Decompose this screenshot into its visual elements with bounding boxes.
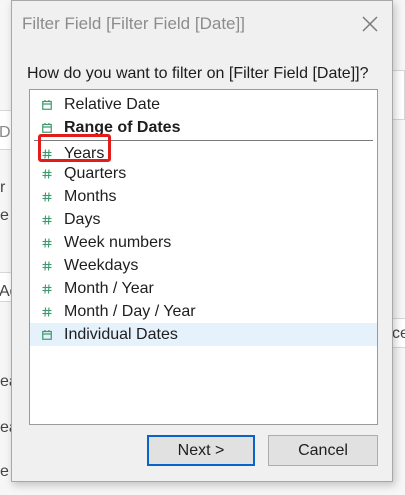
list-item-label: Month / Year (64, 279, 154, 297)
hash-icon (42, 191, 52, 202)
list-item-label: Years (64, 144, 105, 162)
next-button[interactable]: Next > (147, 435, 255, 466)
list-item-label: Days (64, 210, 101, 228)
hash-icon (42, 237, 52, 248)
list-item-months[interactable]: Months (30, 185, 377, 208)
hash-icon (42, 148, 52, 159)
list-item-relative-date[interactable]: Relative Date (30, 93, 377, 116)
background-text-ce: ce (392, 325, 405, 342)
hash-icon (42, 283, 52, 294)
cancel-button[interactable]: Cancel (268, 435, 378, 466)
list-item-label: Relative Date (64, 95, 161, 113)
background-text-e-2: e (0, 463, 9, 480)
list-item-label: Range of Dates (64, 118, 181, 136)
background-text-e: e (0, 207, 9, 224)
calendar-icon (42, 99, 52, 110)
list-item-week-numbers[interactable]: Week numbers (30, 231, 377, 254)
close-icon (362, 16, 378, 32)
close-button[interactable] (356, 10, 384, 38)
list-item-quarters[interactable]: Quarters (30, 162, 377, 185)
app-window: Da r e Ad ce ea ea e Filter Field [Filte… (0, 0, 405, 495)
list-item-label: Weekdays (64, 256, 139, 274)
filter-dialog: Filter Field [Filter Field [Date]] How d… (11, 0, 393, 482)
list-item-weekdays[interactable]: Weekdays (30, 254, 377, 277)
calendar-icon (42, 329, 52, 340)
hash-icon (42, 260, 52, 271)
list-item-month-day-year[interactable]: Month / Day / Year (30, 300, 377, 323)
filter-prompt: How do you want to filter on [Filter Fie… (27, 65, 369, 82)
filter-type-list[interactable]: Relative Date Range of Dates Years Quart… (29, 89, 378, 425)
hash-icon (42, 214, 52, 225)
dialog-title: Filter Field [Filter Field [Date]] (22, 14, 245, 33)
calendar-icon (42, 122, 52, 133)
hash-icon (42, 168, 52, 179)
list-item-month-year[interactable]: Month / Year (30, 277, 377, 300)
list-item-label: Months (64, 187, 117, 205)
list-separator (34, 140, 373, 141)
list-item-label: Month / Day / Year (64, 302, 196, 320)
list-item-label: Individual Dates (64, 325, 178, 343)
list-item-label: Quarters (64, 164, 127, 182)
list-item-days[interactable]: Days (30, 208, 377, 231)
list-item-label: Week numbers (64, 233, 172, 251)
hash-icon (42, 306, 52, 317)
background-text-r: r (0, 179, 6, 196)
list-item-range-of-dates[interactable]: Range of Dates (30, 116, 377, 139)
list-item-individual-dates[interactable]: Individual Dates (30, 323, 377, 346)
